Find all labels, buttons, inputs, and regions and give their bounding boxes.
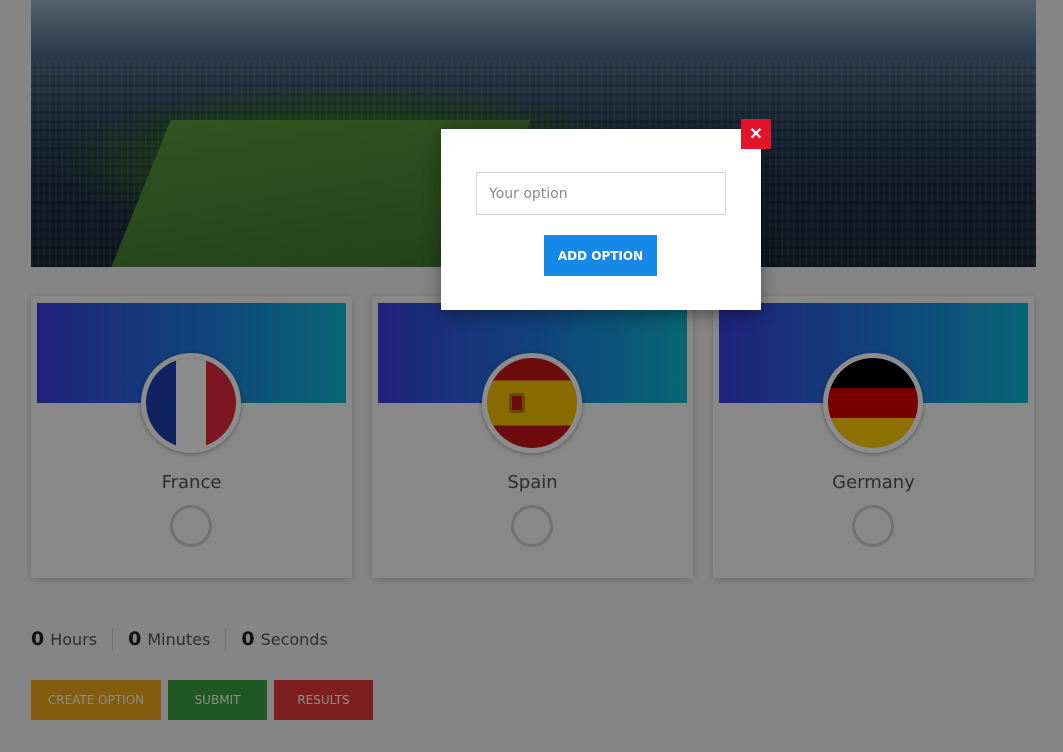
close-icon[interactable]: ✕ — [741, 119, 771, 149]
modal-backdrop[interactable] — [0, 0, 1063, 752]
add-option-button[interactable]: ADD OPTION — [544, 235, 657, 276]
add-option-modal: ✕ ADD OPTION — [441, 119, 771, 310]
option-input[interactable] — [476, 172, 726, 215]
